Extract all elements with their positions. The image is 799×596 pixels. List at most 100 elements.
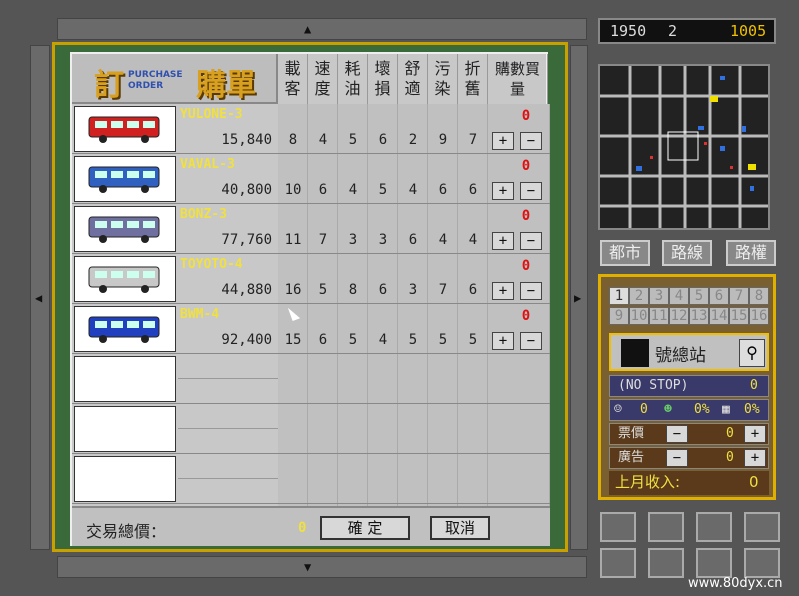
bus-stat: 3 xyxy=(348,232,358,248)
minimap[interactable] xyxy=(598,64,770,230)
column-header: 購數買量 xyxy=(488,54,548,104)
left-arrow-icon[interactable]: ◀ xyxy=(35,292,42,304)
bus-image xyxy=(74,306,176,352)
table-row: YULONE-3 15,840 8 4 5 6 2 9 7 0 + − xyxy=(72,104,550,154)
bus-price: 92,400 xyxy=(178,328,278,352)
city-button[interactable]: 都市 xyxy=(600,240,650,266)
divider xyxy=(178,378,278,379)
scroll-down-bar[interactable]: ▼ xyxy=(57,556,587,578)
quantity-minus-button[interactable]: − xyxy=(520,332,542,350)
line-number-button[interactable]: 11 xyxy=(649,307,669,325)
line-number-button[interactable]: 1 xyxy=(609,287,629,305)
staff-icon[interactable] xyxy=(648,548,684,578)
table-row: VAVAL-3 40,800 10 6 4 5 4 6 6 0 + − xyxy=(72,154,550,204)
quantity-plus-button[interactable]: + xyxy=(492,232,514,250)
quantity-minus-button[interactable]: − xyxy=(520,182,542,200)
confirm-button[interactable]: 確 定 xyxy=(320,516,410,540)
line-number-button[interactable]: 12 xyxy=(669,307,689,325)
down-arrow-icon[interactable]: ▼ xyxy=(304,561,311,573)
bus-in-icon[interactable] xyxy=(648,512,684,542)
right-arrow-icon[interactable]: ▶ xyxy=(574,292,581,304)
quantity-plus-button[interactable]: + xyxy=(492,332,514,350)
quantity-minus-button[interactable]: − xyxy=(520,132,542,150)
title-char-2: 購單 xyxy=(196,68,256,103)
bus-stat: 3 xyxy=(378,232,388,248)
table-row xyxy=(72,354,550,404)
line-number-button[interactable]: 14 xyxy=(709,307,729,325)
scroll-up-bar[interactable]: ▲ xyxy=(57,18,587,40)
bus-stat: 2 xyxy=(408,132,418,148)
bus-image xyxy=(74,106,176,152)
table-row xyxy=(72,404,550,454)
bus-stat: 6 xyxy=(378,132,388,148)
bus-stat: 11 xyxy=(284,232,302,248)
line-number-button[interactable]: 10 xyxy=(629,307,649,325)
scroll-right-bar[interactable]: ▶ xyxy=(570,45,588,550)
line-number-button[interactable]: 4 xyxy=(669,287,689,305)
no-stop-label: (NO STOP) xyxy=(618,378,689,393)
line-number-button[interactable]: 13 xyxy=(689,307,709,325)
table-row xyxy=(72,454,550,504)
fare-minus-button[interactable]: − xyxy=(666,425,688,443)
bus-stat: 3 xyxy=(408,282,418,298)
fare-label: 票價 xyxy=(618,426,645,441)
passenger-row: ☺ 0 ☻ 0% ▦ 0% xyxy=(609,399,769,421)
station-label: 號總站 xyxy=(655,346,706,366)
divider xyxy=(178,428,278,429)
bus-stop-icon[interactable]: ⚲ xyxy=(739,339,765,367)
film-icon: ▦ xyxy=(722,402,730,417)
depot-icon[interactable] xyxy=(696,512,732,542)
line-number-button[interactable]: 9 xyxy=(609,307,629,325)
line-number-button[interactable]: 7 xyxy=(729,287,749,305)
order-footer: 交易總價： 0 確 定 取消 xyxy=(72,506,550,546)
bus-stat: 8 xyxy=(348,282,358,298)
line-number-button[interactable]: 8 xyxy=(749,287,769,305)
report-icon[interactable] xyxy=(696,548,732,578)
table-row: BWM-4 92,400 15 6 5 4 5 5 5 0 + − xyxy=(72,304,550,354)
right-of-way-button[interactable]: 路權 xyxy=(726,240,776,266)
up-arrow-icon[interactable]: ▲ xyxy=(304,23,311,35)
column-header: 載客 xyxy=(278,54,308,104)
line-number-button[interactable]: 5 xyxy=(689,287,709,305)
ad-minus-button[interactable]: − xyxy=(666,449,688,467)
quantity-plus-button[interactable]: + xyxy=(492,282,514,300)
passenger-percent: 0% xyxy=(694,402,710,417)
purchase-quantity: 0 xyxy=(521,108,531,124)
ad-plus-button[interactable]: + xyxy=(744,449,766,467)
bus-price: 15,840 xyxy=(178,128,278,152)
bus-stat: 5 xyxy=(318,282,328,298)
quantity-plus-button[interactable]: + xyxy=(492,132,514,150)
save-disk-icon[interactable] xyxy=(744,548,780,578)
total-value: 0 xyxy=(298,520,307,536)
bus-icon xyxy=(85,163,165,199)
bus-stat: 8 xyxy=(288,132,298,148)
bus-out-icon[interactable] xyxy=(744,512,780,542)
bus-stat: 7 xyxy=(318,232,328,248)
fare-row: 票價 − 0 + xyxy=(609,423,769,445)
build-road-icon[interactable] xyxy=(600,512,636,542)
line-number-button[interactable]: 16 xyxy=(749,307,769,325)
cancel-button[interactable]: 取消 xyxy=(430,516,490,540)
quantity-plus-button[interactable]: + xyxy=(492,182,514,200)
line-number-button[interactable]: 15 xyxy=(729,307,749,325)
fare-plus-button[interactable]: + xyxy=(744,425,766,443)
line-number-button[interactable]: 6 xyxy=(709,287,729,305)
empty-bus-slot xyxy=(74,356,176,402)
fare-value: 0 xyxy=(726,426,734,441)
bus-stat: 5 xyxy=(408,332,418,348)
bus-image xyxy=(74,156,176,202)
purchase-quantity: 0 xyxy=(521,308,531,324)
line-number-button[interactable]: 3 xyxy=(649,287,669,305)
quantity-minus-button[interactable]: − xyxy=(520,232,542,250)
bus-stat: 5 xyxy=(468,332,478,348)
bus-stat: 7 xyxy=(468,132,478,148)
bus-stat: 5 xyxy=(348,132,358,148)
scroll-left-bar[interactable]: ◀ xyxy=(30,45,50,550)
quantity-minus-button[interactable]: − xyxy=(520,282,542,300)
line-number-button[interactable]: 2 xyxy=(629,287,649,305)
purchase-quantity: 0 xyxy=(521,208,531,224)
title-char-1: 訂 xyxy=(94,68,124,103)
route-button[interactable]: 路線 xyxy=(662,240,712,266)
bus-price: 44,880 xyxy=(178,278,278,302)
money-icon[interactable] xyxy=(600,548,636,578)
